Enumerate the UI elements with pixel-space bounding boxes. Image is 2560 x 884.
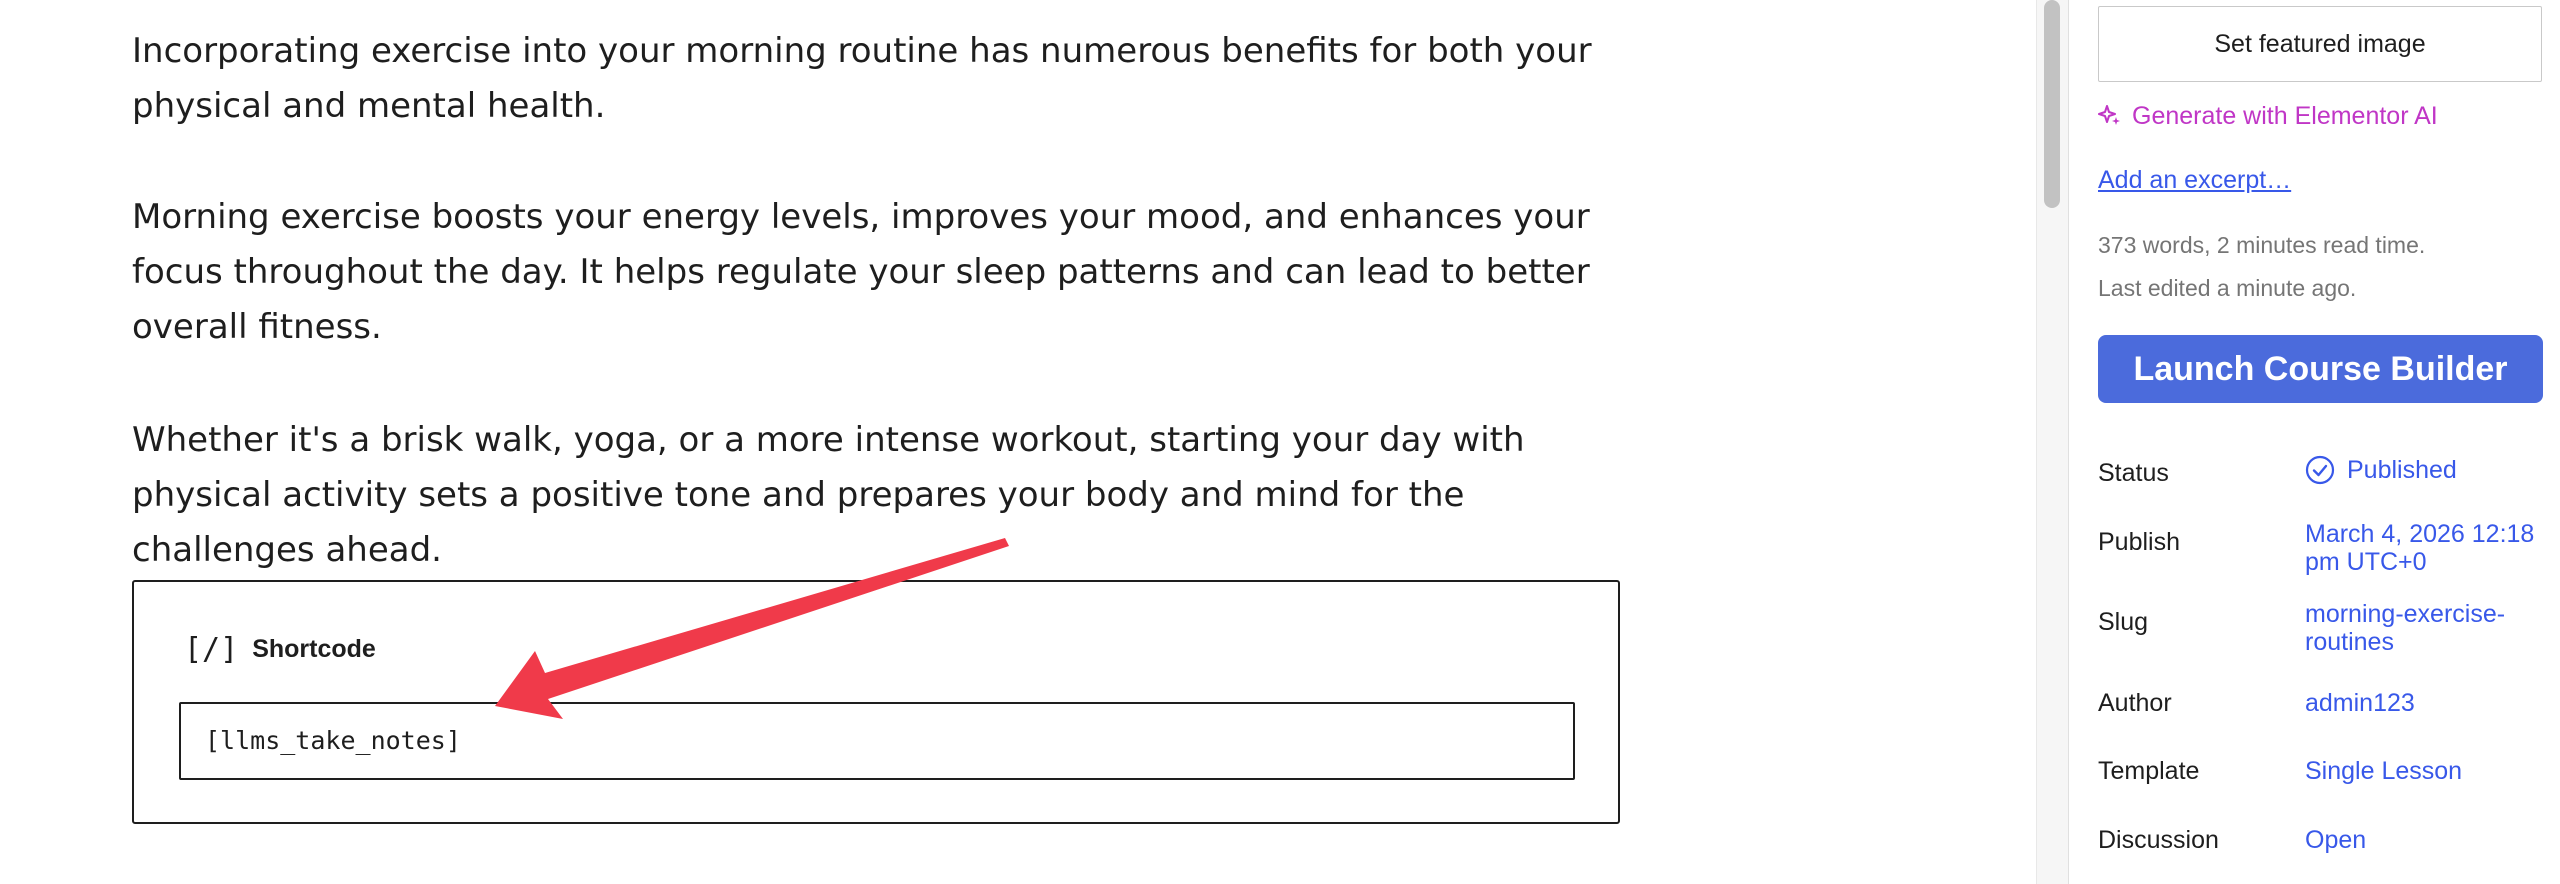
paragraph-block[interactable]: Whether it's a brisk walk, yoga, or a mo… bbox=[132, 413, 1652, 578]
shortcode-icon: [/] bbox=[184, 632, 239, 667]
check-circle-icon bbox=[2305, 455, 2335, 485]
author-value-button[interactable]: admin123 bbox=[2305, 689, 2545, 717]
status-value: Published bbox=[2347, 455, 2457, 484]
last-edited: Last edited a minute ago. bbox=[2098, 275, 2357, 301]
shortcode-title: Shortcode bbox=[252, 635, 376, 663]
template-label: Template bbox=[2098, 757, 2200, 785]
generate-with-elementor-ai-link[interactable]: Generate with Elementor AI bbox=[2098, 96, 2438, 136]
shortcode-header: [/] Shortcode bbox=[184, 632, 376, 667]
paragraph-block[interactable]: Incorporating exercise into your morning… bbox=[132, 24, 1652, 134]
add-excerpt-link[interactable]: Add an excerpt… bbox=[2098, 160, 2291, 200]
editor-canvas: Incorporating exercise into your morning… bbox=[0, 0, 2036, 884]
ai-link-label: Generate with Elementor AI bbox=[2132, 102, 2438, 130]
discussion-value-button[interactable]: Open bbox=[2305, 826, 2545, 854]
shortcode-input[interactable]: [llms_take_notes] bbox=[179, 702, 1575, 780]
shortcode-block[interactable]: [/] Shortcode [llms_take_notes] bbox=[132, 580, 1620, 824]
discussion-label: Discussion bbox=[2098, 826, 2219, 854]
status-label: Status bbox=[2098, 459, 2169, 487]
paragraph-block[interactable]: Morning exercise boosts your energy leve… bbox=[132, 190, 1652, 355]
slug-value-button[interactable]: morning-exercise-routines bbox=[2305, 600, 2545, 656]
set-featured-image-button[interactable]: Set featured image bbox=[2098, 6, 2542, 82]
status-value-button[interactable]: Published bbox=[2305, 455, 2457, 485]
publish-date-button[interactable]: March 4, 2026 12:18 pm UTC+0 bbox=[2305, 520, 2545, 576]
sparkle-icon bbox=[2098, 105, 2120, 125]
word-count: 373 words, 2 minutes read time. bbox=[2098, 232, 2426, 258]
author-label: Author bbox=[2098, 689, 2172, 717]
settings-sidebar: Set featured image Generate with Element… bbox=[2069, 0, 2560, 884]
scrollbar-thumb[interactable] bbox=[2044, 0, 2060, 208]
publish-label: Publish bbox=[2098, 528, 2180, 556]
slug-label: Slug bbox=[2098, 608, 2149, 636]
scrollbar[interactable] bbox=[2036, 0, 2068, 884]
launch-course-builder-button[interactable]: Launch Course Builder bbox=[2098, 335, 2543, 403]
template-value-button[interactable]: Single Lesson bbox=[2305, 757, 2545, 785]
